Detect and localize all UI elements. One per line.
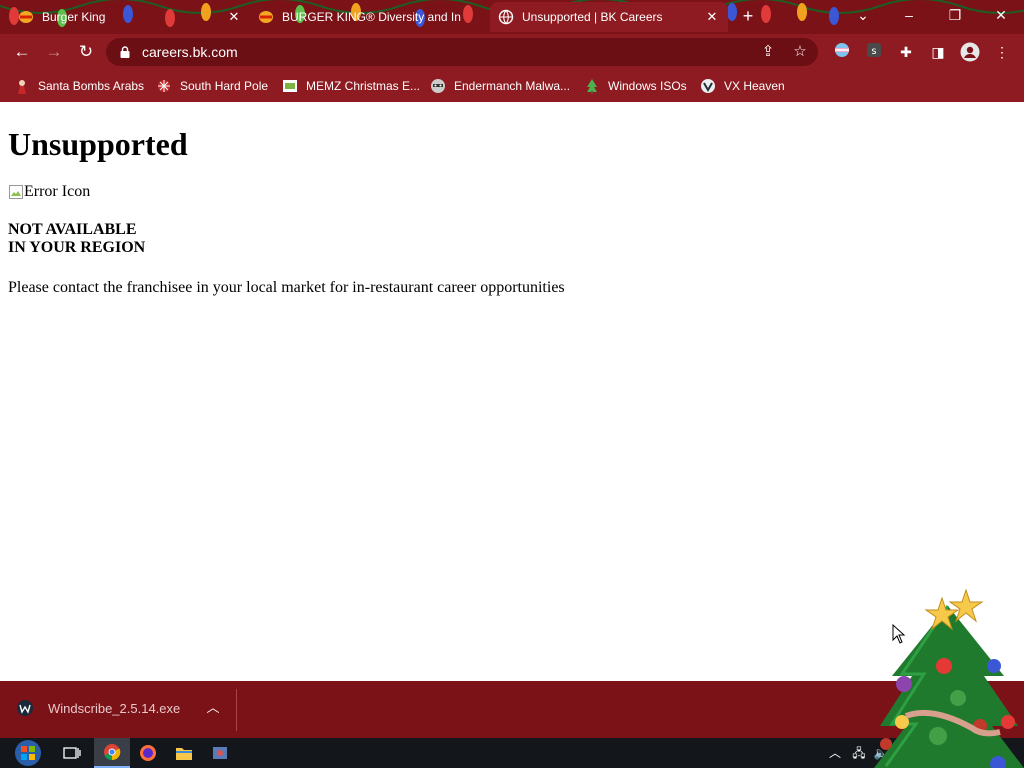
memz-icon [283,80,297,92]
svg-text:s: s [871,46,876,57]
windscribe-icon [17,700,33,716]
show-hidden-icons-chevron-icon[interactable]: ︿ [826,743,844,763]
app-icon [213,747,227,759]
burger-king-logo-icon [19,11,33,23]
task-view-button[interactable] [54,738,90,768]
file-explorer-icon [176,748,192,760]
extensions-puzzle-icon[interactable]: ✚ [896,42,916,62]
christmas-tree-desktop-decoration [874,588,1024,768]
region-notice-line-1: NOT AVAILABLE [8,221,137,238]
page-heading: Unsupported [8,126,188,162]
error-icon-broken-image: Error Icon [8,182,90,202]
lock-icon[interactable] [118,45,132,59]
share-icon[interactable]: ⇪ [758,42,778,62]
shelf-divider [236,689,237,731]
firefox-icon [140,745,156,761]
bookmarks-bar: Santa Bombs Arabs South Hard Pole MEMZ C… [0,70,1024,102]
bookmark-south-hard-pole[interactable]: South Hard Pole [156,76,268,96]
image-alt-text: Error Icon [24,183,91,200]
page-content: Unsupported Error Icon NOT AVAILABLE IN … [0,102,1024,681]
download-filename: Windscribe_2.5.14.exe [48,700,181,716]
url-text[interactable]: careers.bk.com [142,38,238,66]
globe-icon [498,9,514,25]
windows-taskbar: ︿ 🖧 🔈 [0,738,1024,768]
start-orb-icon [15,740,41,766]
bookmark-label: MEMZ Christmas E... [306,79,421,93]
chevron-up-icon[interactable]: ︿ [204,699,222,717]
bookmark-santa-bombs-arabs[interactable]: Santa Bombs Arabs [14,76,144,96]
tab-title: Unsupported | BK Careers [522,10,663,24]
task-view-icon [63,747,81,759]
mouse-cursor-icon [892,624,906,644]
chrome-menu-icon[interactable]: ⋮ [992,42,1012,62]
profile-avatar-icon[interactable] [960,42,980,62]
bookmark-label: Windows ISOs [608,79,687,93]
tab-strip: Burger King ✕ BURGER KING® Diversity and… [0,0,1024,34]
restore-button[interactable]: ❐ [932,0,978,32]
taskbar-firefox[interactable] [130,738,166,768]
tab-unsupported-bk-careers[interactable]: Unsupported | BK Careers ✕ [490,2,728,32]
download-item[interactable]: Windscribe_2.5.14.exe [16,699,180,717]
bookmark-label: South Hard Pole [180,79,269,93]
minimize-button[interactable]: – [886,0,932,32]
network-icon[interactable]: 🖧 [850,743,868,763]
bookmark-memz-christmas[interactable]: MEMZ Christmas E... [282,76,420,96]
vx-heaven-icon [701,79,715,93]
bookmark-endermanch-malware[interactable]: Endermanch Malwa... [430,76,570,96]
close-tab-icon[interactable]: ✕ [226,9,242,25]
bookmark-star-icon[interactable]: ☆ [790,42,810,62]
close-tab-icon[interactable]: ✕ [704,9,720,25]
bookmark-label: Endermanch Malwa... [454,79,571,93]
raccoon-icon [431,79,445,93]
chrome-icon [104,744,121,761]
broken-image-icon [9,185,23,199]
forward-button[interactable]: → [40,38,68,66]
back-button[interactable]: ← [8,38,36,66]
s-extension-icon[interactable]: s [864,42,884,62]
tab-bk-diversity[interactable]: BURGER KING® Diversity and In [250,2,488,32]
bookmark-windows-isos[interactable]: Windows ISOs [584,76,687,96]
tab-title: BURGER KING® Diversity and In [282,10,461,24]
taskbar-file-explorer[interactable] [166,738,202,768]
flag-extension-icon[interactable] [832,42,852,62]
taskbar-chrome[interactable] [94,738,130,768]
christmas-tree-icon [587,79,597,94]
burger-king-logo-icon [259,11,273,23]
region-notice: NOT AVAILABLE IN YOUR REGION [8,221,145,257]
snowflake-icon [158,80,170,92]
new-tab-button[interactable]: + [738,6,758,26]
side-panel-icon[interactable]: ◨ [928,42,948,62]
tab-burger-king[interactable]: Burger King ✕ [10,2,250,32]
tab-title: Burger King [42,10,106,24]
close-window-button[interactable]: ✕ [978,0,1024,32]
browser-window-frame: Burger King ✕ BURGER KING® Diversity and… [0,0,1024,102]
address-bar[interactable]: careers.bk.com ⇪ ☆ [106,38,818,66]
bookmark-label: VX Heaven [724,79,785,93]
tab-search-chevron-icon[interactable]: ⌄ [840,0,886,32]
reload-button[interactable]: ↻ [72,38,100,66]
santa-icon [18,80,26,94]
region-notice-line-2: IN YOUR REGION [8,239,146,256]
download-shelf: Windscribe_2.5.14.exe ︿ [0,681,1024,738]
bookmark-vx-heaven[interactable]: VX Heaven [700,76,785,96]
contact-message: Please contact the franchisee in your lo… [8,279,565,296]
start-button[interactable] [8,738,48,768]
taskbar-app[interactable] [202,738,238,768]
bookmark-label: Santa Bombs Arabs [38,79,145,93]
